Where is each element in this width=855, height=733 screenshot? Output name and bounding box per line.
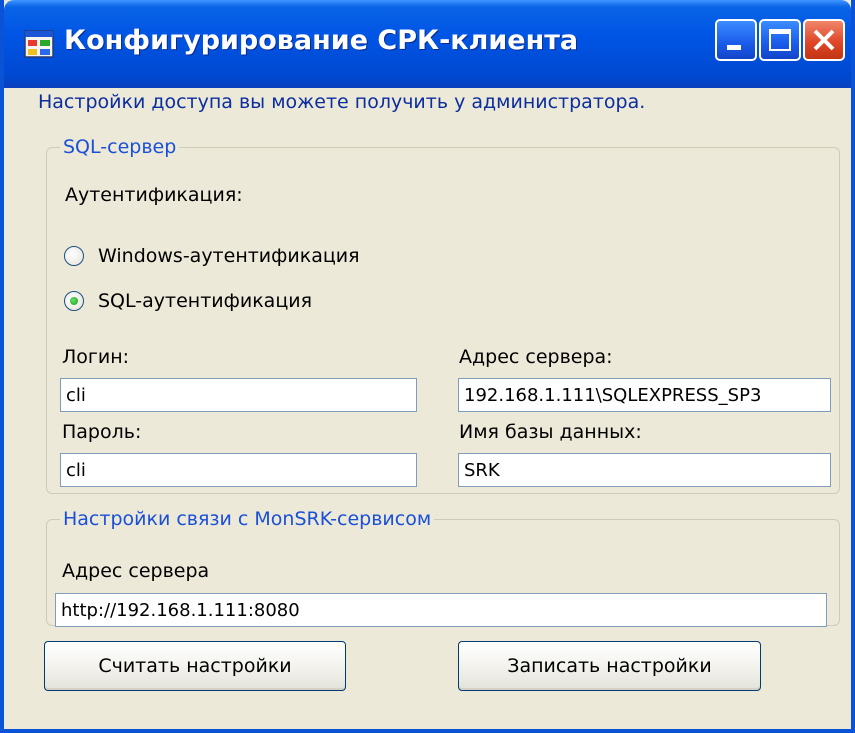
password-input[interactable]	[60, 453, 417, 487]
radio-sql-auth-icon[interactable]	[64, 291, 84, 311]
auth-label: Аутентификация:	[65, 184, 243, 206]
radio-windows-auth-icon[interactable]	[64, 246, 84, 266]
monsrk-service-group: Настройки связи с MonSRK-сервисом Адрес …	[46, 508, 840, 627]
maximize-button[interactable]	[759, 19, 801, 61]
window-title: Конфигурирование СРК-клиента	[64, 25, 579, 56]
title-bar[interactable]: Конфигурирование СРК-клиента	[4, 0, 851, 88]
write-settings-button[interactable]: Записать настройки	[458, 641, 761, 691]
monsrk-server-address-label: Адрес сервера	[62, 560, 210, 582]
minimize-icon	[727, 45, 741, 50]
info-text: Настройки доступа вы можете получить у а…	[38, 91, 646, 113]
radio-windows-auth[interactable]: Windows-аутентификация	[64, 245, 360, 267]
read-settings-button[interactable]: Считать настройки	[44, 641, 346, 691]
server-address-input[interactable]	[458, 378, 831, 412]
close-button[interactable]	[803, 19, 845, 61]
database-name-input[interactable]	[458, 453, 831, 487]
monsrk-service-legend: Настройки связи с MonSRK-сервисом	[63, 508, 432, 530]
close-icon	[813, 29, 835, 51]
sql-server-legend: SQL-сервер	[63, 136, 177, 158]
login-label: Логин:	[62, 346, 130, 368]
database-name-label: Имя базы данных:	[459, 421, 642, 443]
radio-sql-auth-label: SQL-аутентификация	[98, 290, 313, 312]
password-label: Пароль:	[62, 421, 142, 443]
minimize-button[interactable]	[715, 19, 757, 61]
maximize-icon	[769, 29, 791, 51]
monsrk-server-address-input[interactable]	[55, 593, 827, 627]
config-window: Конфигурирование СРК-клиента Настройки д…	[0, 0, 855, 733]
login-input[interactable]	[60, 378, 417, 412]
app-window-icon	[24, 30, 54, 58]
server-address-label: Адрес сервера:	[459, 346, 613, 368]
sql-server-group: SQL-сервер Аутентификация: Windows-аутен…	[46, 136, 840, 494]
radio-sql-auth[interactable]: SQL-аутентификация	[64, 290, 312, 312]
radio-windows-auth-label: Windows-аутентификация	[98, 245, 360, 267]
